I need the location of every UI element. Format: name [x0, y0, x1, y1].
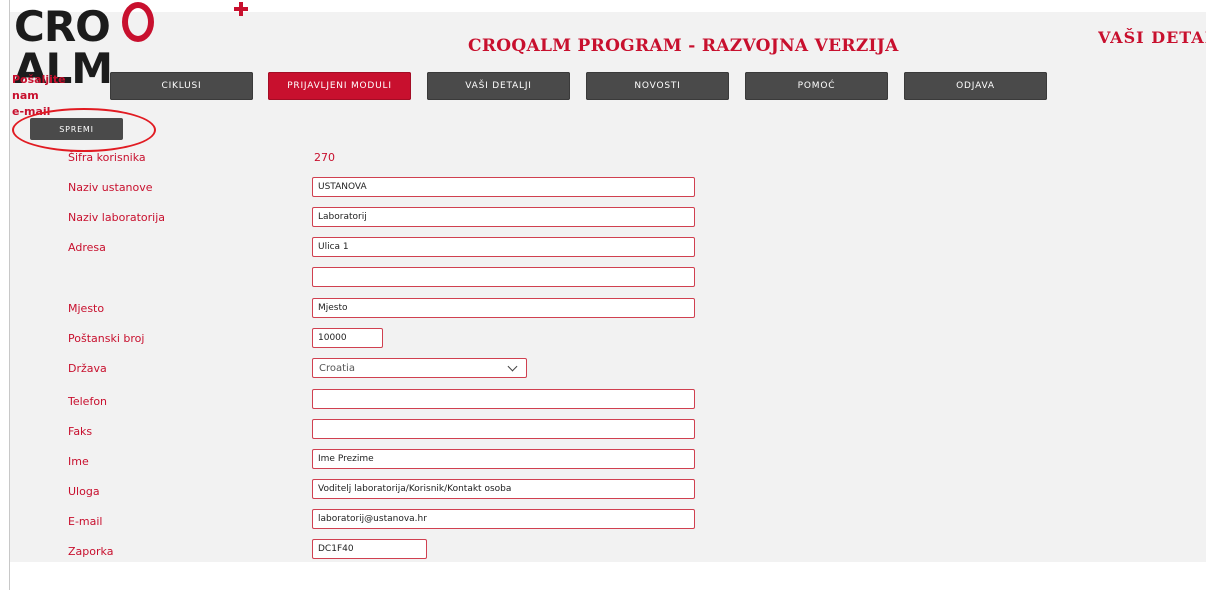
city-label: Mjesto	[68, 302, 105, 315]
name-input[interactable]	[312, 449, 695, 469]
postal-code-label: Poštanski broj	[68, 332, 145, 345]
email-input[interactable]	[312, 509, 695, 529]
country-label: Država	[68, 362, 107, 375]
country-select[interactable]: Croatia	[312, 358, 527, 378]
address-label: Adresa	[68, 241, 106, 254]
nav-vasi-detalji-button[interactable]: Vaši detalji	[427, 72, 570, 100]
nav-pomoc-button[interactable]: Pomoć	[745, 72, 888, 100]
section-title: VAŠI DETALJI	[1098, 28, 1206, 47]
fax-label: Faks	[68, 425, 93, 438]
nav-novosti-button[interactable]: Novosti	[586, 72, 729, 100]
nav-ciklusi-button[interactable]: Ciklusi	[110, 72, 253, 100]
user-code-label: Šifra korisnika	[68, 151, 146, 164]
phone-label: Telefon	[68, 395, 108, 408]
fax-input[interactable]	[312, 419, 695, 439]
address-line2-input[interactable]	[312, 267, 695, 287]
password-input[interactable]	[312, 539, 427, 559]
chevron-down-icon	[507, 361, 518, 371]
role-input[interactable]	[312, 479, 695, 499]
postal-code-input[interactable]	[312, 328, 383, 348]
role-label: Uloga	[68, 485, 100, 498]
country-select-value: Croatia	[319, 362, 355, 374]
address-input[interactable]	[312, 237, 695, 257]
croqalm-logo: CROALM	[14, 2, 248, 90]
nav-prijavljeni-moduli-button[interactable]: Prijavljeni moduli	[268, 72, 411, 100]
lab-label: Naziv laboratorija	[68, 211, 165, 224]
lab-input[interactable]	[312, 207, 695, 227]
institution-label: Naziv ustanove	[68, 181, 153, 194]
nav-odjava-button[interactable]: Odjava	[904, 72, 1047, 100]
program-title: CROQALM PROGRAM - RAZVOJNA VERZIJA	[468, 36, 899, 56]
city-input[interactable]	[312, 298, 695, 318]
name-label: Ime	[68, 455, 89, 468]
institution-input[interactable]	[312, 177, 695, 197]
phone-input[interactable]	[312, 389, 695, 409]
password-label: Zaporka	[68, 545, 114, 558]
email-label: E-mail	[68, 515, 103, 528]
highlight-ring	[12, 108, 156, 152]
logo-cross-icon	[234, 2, 248, 16]
user-code-value: 270	[314, 151, 335, 164]
email-link-line1[interactable]: Pošaljite nam	[12, 72, 82, 104]
logo-q-ring	[122, 2, 154, 42]
